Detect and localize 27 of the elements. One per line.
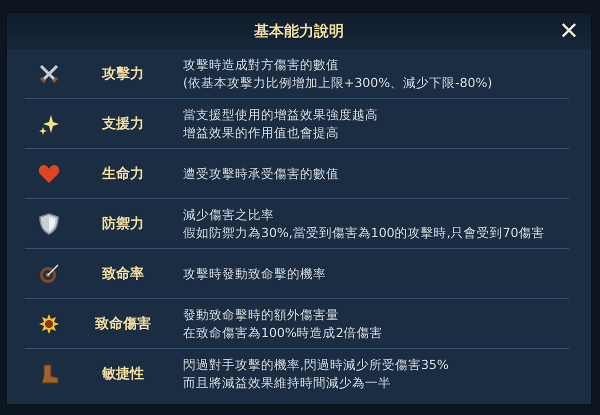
stat-name: 防禦力 <box>101 214 145 232</box>
description-line: 攻擊時發動致命擊的機率 <box>183 264 326 282</box>
boot-icon <box>39 362 59 384</box>
description-line: 在致命傷害為100%時造成2倍傷害 <box>183 324 383 342</box>
sun-icon <box>38 312 60 334</box>
description-line: 發動致命擊時的額外傷害量 <box>183 306 340 324</box>
shield-icon <box>39 212 59 234</box>
stat-name: 支援力 <box>101 114 145 132</box>
description-line: 而且將減益效果維持時間減少為一半 <box>183 374 392 392</box>
description-line: 假如防禦力為30%,當受到傷害為100的攻擊時,只會受到70傷害 <box>183 224 544 242</box>
heart-icon <box>38 164 60 184</box>
description-line: 閃過對手攻擊的機率,閃過時減少所受傷害35% <box>183 356 449 374</box>
description-line: 攻擊時造成對方傷害的數值 <box>183 56 340 74</box>
crossed-swords-icon <box>38 62 60 84</box>
close-button[interactable]: ✕ <box>554 16 583 46</box>
dialog-title: 基本能力說明 <box>254 22 344 40</box>
description-line: 當支援型使用的增益效果強度越高 <box>183 106 378 124</box>
description-line: 遭受攻擊時承受傷害的數值 <box>183 164 339 182</box>
stat-name: 敏捷性 <box>100 364 145 382</box>
description-line: 減少傷害之比率 <box>183 206 275 224</box>
stat-name: 致命率 <box>101 264 145 282</box>
stat-name: 攻擊力 <box>100 64 145 82</box>
description-line: 增益效果的作用值也會提高 <box>183 124 340 142</box>
stat-name: 致命傷害 <box>94 314 152 332</box>
target-icon <box>38 262 60 284</box>
description-line: (依基本攻擊力比例增加上限+300%、減少下限-80%) <box>183 74 492 92</box>
stat-name: 生命力 <box>100 164 145 182</box>
